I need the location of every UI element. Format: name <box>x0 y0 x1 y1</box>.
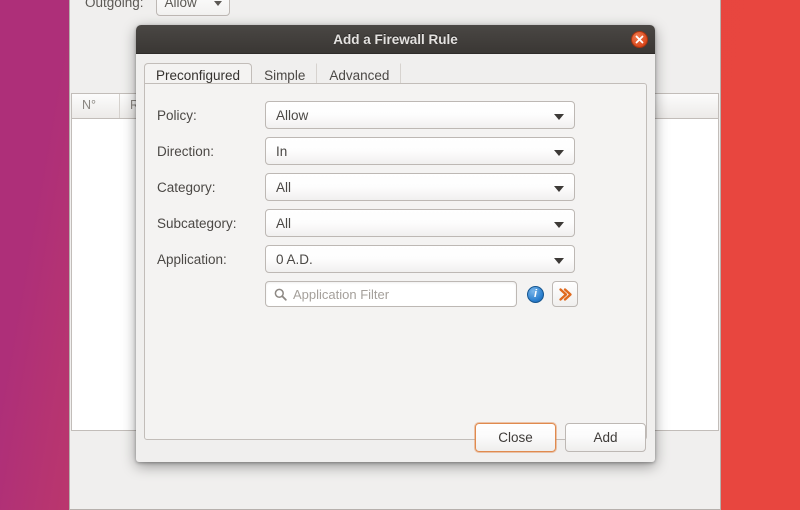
subcategory-row: Subcategory: All <box>157 208 646 238</box>
direction-value: In <box>276 143 288 159</box>
subcategory-label: Subcategory: <box>157 215 237 231</box>
outgoing-policy-combobox[interactable]: Allow <box>155 0 230 16</box>
add-firewall-rule-dialog: Add a Firewall Rule Preconfigured Simple… <box>136 25 655 462</box>
add-button[interactable]: Add <box>565 423 646 452</box>
application-combobox[interactable]: 0 A.D. <box>265 245 575 273</box>
policy-combobox[interactable]: Allow <box>265 101 575 129</box>
preconfigured-panel: Policy: Allow Direction: In Category: Al… <box>144 83 647 440</box>
apply-filter-button[interactable] <box>552 281 578 307</box>
close-icon[interactable] <box>631 31 648 48</box>
chevron-down-icon <box>213 1 222 6</box>
category-value: All <box>276 179 292 195</box>
category-row: Category: All <box>157 172 646 202</box>
chevron-down-icon <box>554 222 564 228</box>
direction-row: Direction: In <box>157 136 646 166</box>
chevron-down-icon <box>554 186 564 192</box>
subcategory-value: All <box>276 215 292 231</box>
policy-row: Policy: Allow <box>157 100 646 130</box>
chevron-down-icon <box>554 258 564 264</box>
application-value: 0 A.D. <box>276 251 313 267</box>
category-label: Category: <box>157 179 216 195</box>
outgoing-policy-value: Allow <box>164 0 197 10</box>
application-filter-input[interactable]: Application Filter <box>265 281 517 307</box>
outgoing-policy-label: Outgoing: <box>85 0 144 10</box>
direction-label: Direction: <box>157 143 215 159</box>
direction-combobox[interactable]: In <box>265 137 575 165</box>
subcategory-combobox[interactable]: All <box>265 209 575 237</box>
application-row: Application: 0 A.D. <box>157 244 646 274</box>
application-filter-row: Application Filter i <box>265 281 646 307</box>
dialog-button-bar: Close Add <box>475 423 646 452</box>
application-filter-placeholder: Application Filter <box>293 286 390 302</box>
chevron-down-icon <box>554 150 564 156</box>
search-icon <box>274 288 287 301</box>
policy-value: Allow <box>276 107 309 123</box>
dialog-titlebar[interactable]: Add a Firewall Rule <box>136 25 655 54</box>
column-header-number[interactable]: N° <box>72 94 120 118</box>
outgoing-policy-row: Outgoing: Allow <box>85 0 230 16</box>
category-combobox[interactable]: All <box>265 173 575 201</box>
dialog-title: Add a Firewall Rule <box>333 31 458 47</box>
chevron-down-icon <box>554 114 564 120</box>
double-chevron-right-icon <box>558 287 572 301</box>
application-label: Application: <box>157 251 227 267</box>
policy-label: Policy: <box>157 107 197 123</box>
close-button[interactable]: Close <box>475 423 556 452</box>
info-icon[interactable]: i <box>527 285 544 303</box>
